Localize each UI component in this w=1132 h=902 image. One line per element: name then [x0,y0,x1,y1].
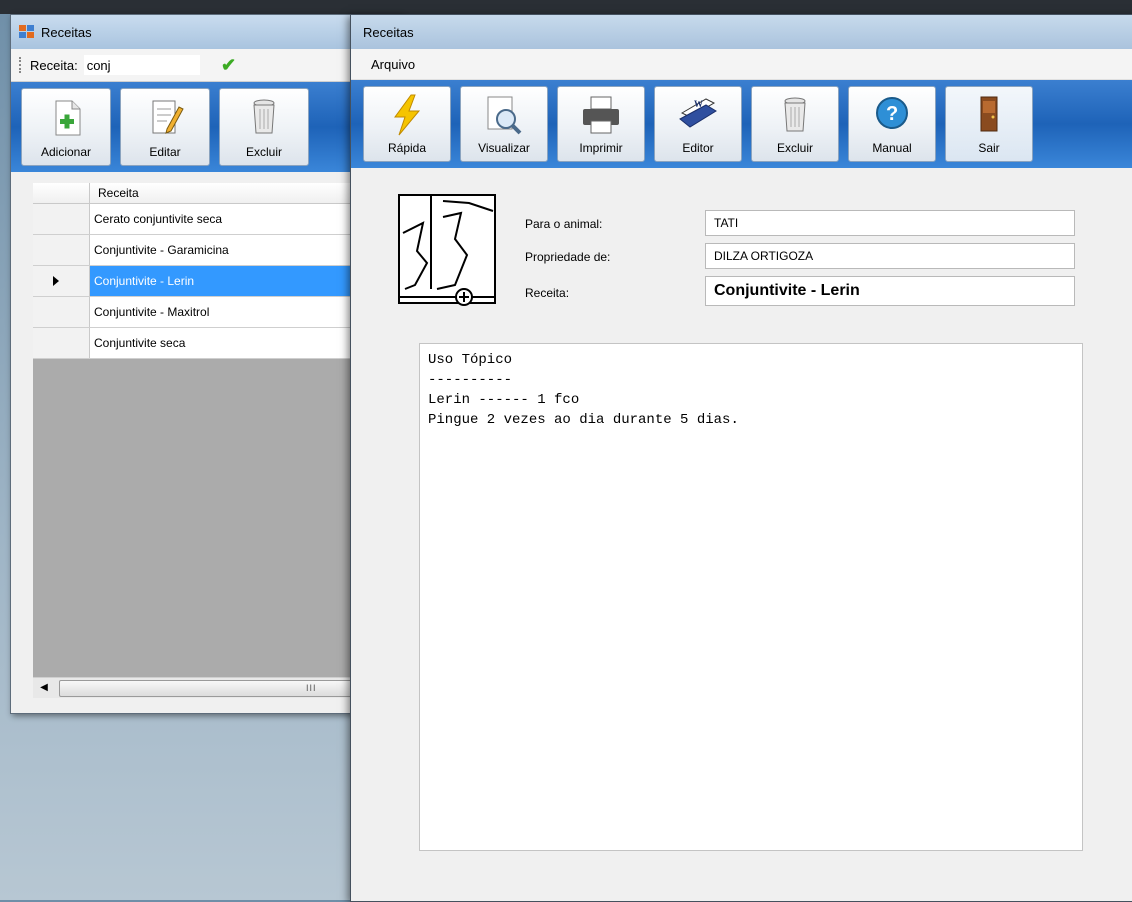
grid-row-header-corner [33,183,90,203]
row-header[interactable] [33,297,90,327]
trash-can-icon [253,99,275,134]
table-row[interactable]: Conjuntivite - Maxitrol [33,297,401,328]
preview-button[interactable]: Visualizar [460,86,548,162]
menu-bar: Arquivo [351,49,1132,80]
horizontal-scrollbar[interactable]: ◀ III [33,677,401,698]
print-button[interactable]: Imprimir [557,86,645,162]
lightning-icon [394,94,421,136]
add-button-label: Adicionar [40,145,92,159]
preview-magnifier-icon [487,96,522,135]
search-label: Receita: [30,57,78,73]
delete-recipe-button-label: Excluir [776,141,813,155]
animal-field[interactable]: TATI [705,210,1075,236]
scroll-grip-icon: III [306,683,317,693]
owner-label: Propriedade de: [525,250,611,264]
editor-button[interactable]: W Editor [654,86,742,162]
help-icon: ? [876,97,908,129]
table-row-selected[interactable]: Conjuntivite - Lerin [33,266,401,297]
grid-header: Receita [33,183,401,204]
row-header[interactable] [33,235,90,265]
front-toolbar: Rápida Visualizar Imprimir W Editor Excl… [351,80,1132,168]
svg-text:W: W [694,99,703,109]
preview-button-label: Visualizar [478,141,530,155]
add-button[interactable]: Adicionar [21,88,111,166]
row-header[interactable] [33,328,90,358]
owner-field[interactable]: DILZA ORTIGOZA [705,243,1075,269]
menu-arquivo[interactable]: Arquivo [371,57,415,72]
manual-button-label: Manual [872,141,912,155]
scrollbar-thumb[interactable]: III [59,680,381,697]
table-row[interactable]: Cerato conjuntivite seca [33,204,401,235]
manual-button[interactable]: ? Manual [848,86,936,162]
back-window-receitas[interactable]: Receitas Receita: ✔ Adicionar Editar [10,14,402,714]
printer-icon [583,96,619,134]
table-row[interactable]: Conjuntivite seca [33,328,401,359]
add-document-icon [55,100,81,136]
recipe-name-field[interactable]: Conjuntivite - Lerin [705,276,1075,306]
edit-document-icon [152,100,184,134]
current-row-arrow-icon [53,276,59,286]
print-button-label: Imprimir [579,141,623,155]
recipe-grid[interactable]: Receita Cerato conjuntivite seca Conjunt… [33,183,401,698]
desktop-background [0,0,1132,14]
prescription-line: Lerin ------ 1 fco [428,392,580,408]
delete-button[interactable]: Excluir [219,88,309,166]
check-icon[interactable]: ✔ [221,55,236,76]
back-window-titlebar[interactable]: Receitas [11,15,401,49]
trash-can-icon [784,97,806,132]
table-row[interactable]: Conjuntivite - Garamicina [33,235,401,266]
exit-door-icon [980,96,998,132]
exit-button[interactable]: Sair [945,86,1033,162]
row-header[interactable] [33,266,90,296]
front-window-titlebar[interactable]: Receitas [351,15,1132,49]
back-window-title: Receitas [41,24,92,40]
editor-button-label: Editor [682,141,714,155]
svg-text:?: ? [886,103,898,125]
delete-recipe-button[interactable]: Excluir [751,86,839,162]
row-header[interactable] [33,204,90,234]
prescription-line: Pingue 2 vezes ao dia durante 5 dias. [428,412,739,428]
prescription-line: Uso Tópico [428,352,513,368]
prescription-line: ---------- [428,372,513,388]
edit-button-label: Editar [149,145,181,159]
quick-button-label: Rápida [387,141,427,155]
app-icon [19,25,35,39]
prescription-text-area[interactable]: Uso Tópico ---------- Lerin ------ 1 fco… [419,343,1083,851]
delete-button-label: Excluir [245,145,282,159]
animal-label: Para o animal: [525,217,603,231]
quick-button[interactable]: Rápida [363,86,451,162]
recipe-label: Receita: [525,286,570,300]
search-bar: Receita: ✔ [11,49,401,82]
scroll-left-icon[interactable]: ◀ [37,681,51,695]
vet-logo [398,194,496,306]
edit-button[interactable]: Editar [120,88,210,166]
search-input[interactable] [83,55,200,75]
front-window-title: Receitas [363,24,414,40]
front-window-receitas[interactable]: Receitas Arquivo Rápida Visualizar Impri… [350,14,1132,902]
toolstrip-grip[interactable] [19,57,24,73]
back-toolbar: Adicionar Editar Excluir [11,82,401,172]
exit-button-label: Sair [978,141,1000,155]
word-editor-icon: W [679,98,717,128]
